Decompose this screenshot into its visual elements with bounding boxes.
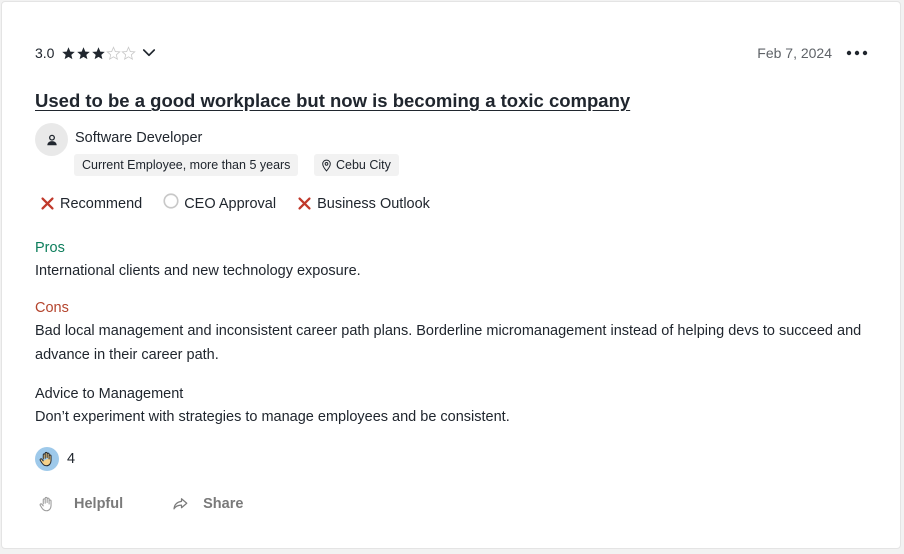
review-date: Feb 7, 2024 (757, 45, 832, 61)
flag-label: Recommend (60, 195, 143, 212)
job-title: Software Developer (75, 130, 203, 146)
flag-label: Business Outlook (317, 195, 430, 212)
employment-status: Current Employee, more than 5 years (82, 158, 291, 172)
star-empty-icon (106, 45, 122, 60)
share-icon (173, 498, 188, 510)
advice-text: Don’t experiment with strategies to mana… (35, 409, 510, 425)
avatar (35, 123, 68, 156)
location-pin-icon (322, 159, 331, 172)
x-icon (298, 197, 311, 210)
review-title-link[interactable]: Used to be a good workplace but now is b… (35, 90, 630, 112)
cons-label: Cons (35, 300, 69, 316)
review-flags: Recommend CEO Approval Business Outlook (39, 192, 450, 212)
review-header: 3.0 Feb 7, 2024 (35, 42, 868, 64)
star-rating (61, 45, 137, 61)
advice-label: Advice to Management (35, 386, 184, 402)
flag-label: CEO Approval (184, 195, 277, 212)
share-button[interactable]: Share (171, 495, 243, 513)
chevron-down-icon[interactable] (140, 44, 158, 62)
share-label: Share (203, 496, 244, 512)
flag-ceo-approval: CEO Approval (162, 192, 277, 212)
circle-icon (163, 192, 179, 209)
reaction-count: 4 (67, 451, 76, 467)
rating-value: 3.0 (35, 45, 55, 61)
star-filled-icon (77, 46, 91, 59)
star-filled-icon (92, 46, 106, 59)
review-actions: Helpful Share (38, 495, 291, 513)
employment-status-chip: Current Employee, more than 5 years (74, 154, 299, 176)
location: Cebu City (336, 158, 391, 172)
clapping-hands-icon (39, 496, 52, 512)
clapping-hands-icon (35, 447, 59, 471)
more-options-icon[interactable] (846, 44, 868, 62)
person-icon (46, 134, 57, 145)
location-chip: Cebu City (314, 154, 399, 176)
cons-text: Bad local management and inconsistent ca… (35, 323, 862, 363)
helpful-button[interactable]: Helpful (38, 495, 123, 513)
star-filled-icon (62, 46, 76, 59)
pros-text: International clients and new technology… (35, 263, 361, 279)
flag-recommend: Recommend (39, 195, 142, 212)
reactions: 4 (35, 447, 75, 471)
x-icon (41, 197, 54, 210)
star-empty-icon (121, 45, 137, 60)
pros-label: Pros (35, 240, 65, 256)
review-card: 3.0 Feb 7, 2024 Used to be a good workpl… (1, 1, 901, 549)
flag-business-outlook: Business Outlook (296, 195, 430, 212)
helpful-label: Helpful (74, 496, 124, 512)
